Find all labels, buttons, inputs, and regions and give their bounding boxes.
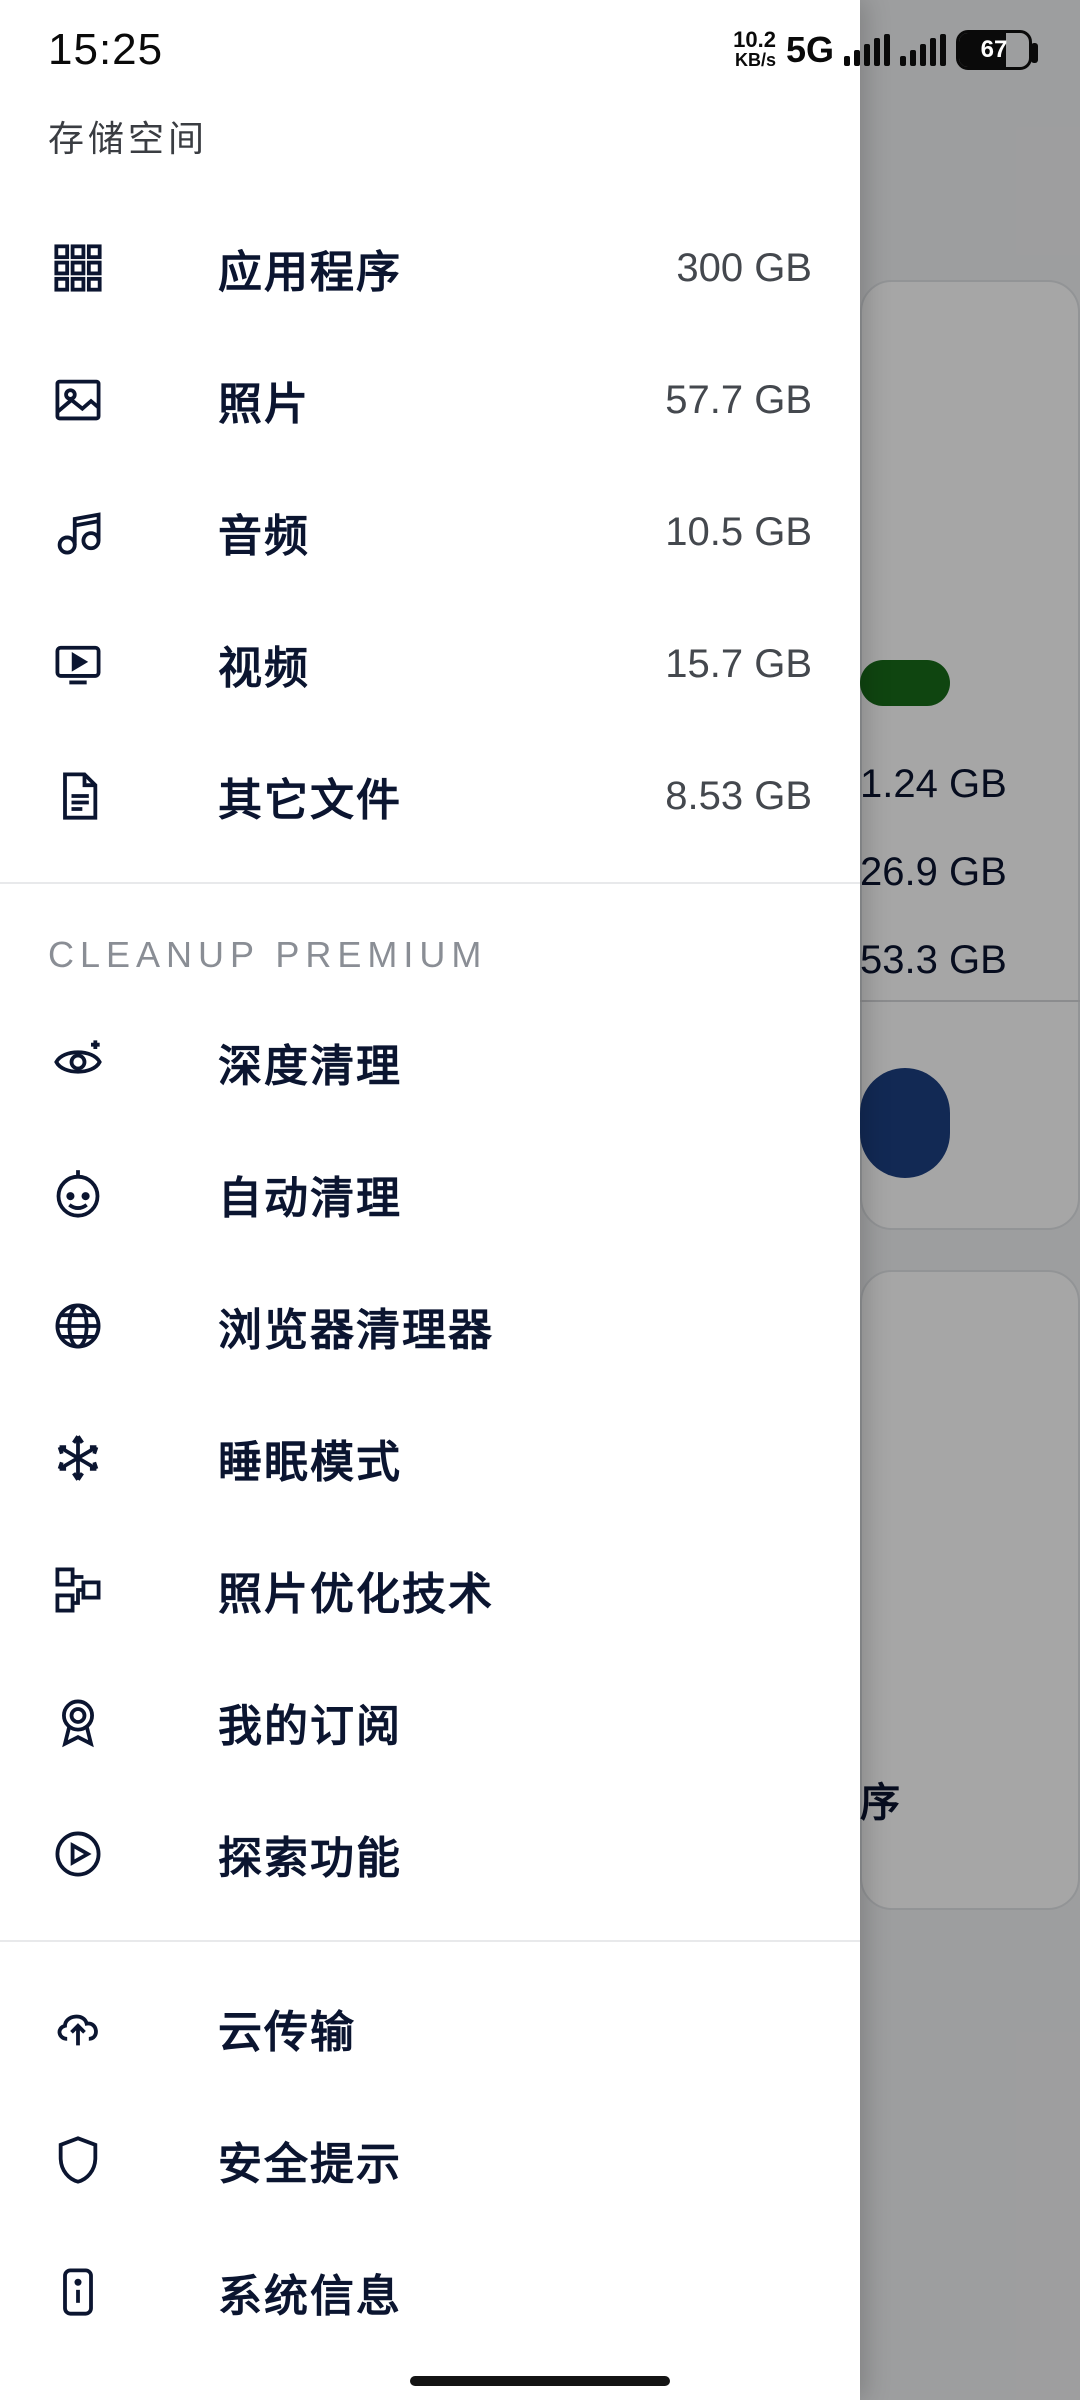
signal-bars-icon (844, 34, 890, 66)
nav-item-cloud-transfer[interactable]: 云传输 (0, 1962, 860, 2094)
drawer-section-premium: CLEANUP PREMIUM (0, 904, 860, 996)
nav-item-label: 浏览器清理器 (218, 1294, 812, 1358)
nav-item-security-tips[interactable]: 安全提示 (0, 2094, 860, 2226)
nav-item-value: 57.7 GB (665, 378, 812, 423)
robot-icon (48, 1164, 108, 1224)
status-network-type: 5G (786, 29, 834, 71)
video-icon (48, 634, 108, 694)
divider (0, 882, 860, 884)
eye-plus-icon (48, 1032, 108, 1092)
nav-item-auto-clean[interactable]: 自动清理 (0, 1128, 860, 1260)
battery-percent: 67 (981, 36, 1008, 64)
nav-item-value: 300 GB (676, 246, 812, 291)
optimize-icon (48, 1560, 108, 1620)
device-info-icon (48, 2262, 108, 2322)
bg-stat-1: 1.24 GB (860, 762, 1007, 807)
nav-item-sleep-mode[interactable]: 睡眠模式 (0, 1392, 860, 1524)
cloud-upload-icon (48, 1998, 108, 2058)
audio-icon (48, 502, 108, 562)
bg-apps-card (860, 1270, 1080, 1910)
nav-item-subscription[interactable]: 我的订阅 (0, 1656, 860, 1788)
globe-icon (48, 1296, 108, 1356)
badge-icon (48, 1692, 108, 1752)
bg-divider (860, 1000, 1080, 1002)
bg-card2-label: 序 (860, 1770, 900, 1828)
nav-item-label: 系统信息 (218, 2260, 812, 2324)
photo-icon (48, 370, 108, 430)
nav-item-photo-optimize[interactable]: 照片优化技术 (0, 1524, 860, 1656)
nav-item-explore[interactable]: 探索功能 (0, 1788, 860, 1920)
bg-stat-3: 53.3 GB (860, 938, 1007, 983)
nav-item-photos[interactable]: 照片 57.7 GB (0, 334, 860, 466)
nav-item-other-files[interactable]: 其它文件 8.53 GB (0, 730, 860, 862)
battery-icon: 67 (956, 30, 1032, 70)
nav-item-label: 其它文件 (218, 764, 665, 828)
nav-item-label: 探索功能 (218, 1822, 812, 1886)
nav-item-label: 音频 (218, 500, 665, 564)
nav-item-system-info[interactable]: 系统信息 (0, 2226, 860, 2358)
premium-list: 深度清理 自动清理 浏览器清理器 (0, 996, 860, 1920)
play-circle-icon (48, 1824, 108, 1884)
divider (0, 1940, 860, 1942)
nav-item-label: 视频 (218, 632, 665, 696)
nav-item-audio[interactable]: 音频 10.5 GB (0, 466, 860, 598)
nav-item-value: 10.5 GB (665, 510, 812, 555)
nav-item-label: 应用程序 (218, 236, 676, 300)
nav-item-label: 照片优化技术 (218, 1558, 812, 1622)
storage-list: 应用程序 300 GB 照片 57.7 GB 音频 10.5 GB (0, 202, 860, 862)
navigation-drawer: 存储空间 应用程序 300 GB 照片 57.7 GB (0, 0, 860, 2400)
bg-usage-bar (860, 660, 950, 706)
signal-bars-icon (900, 34, 946, 66)
drawer-section-storage: 存储空间 (0, 100, 860, 202)
status-bar: 15:25 10.2 KB/s 5G 67 (0, 0, 1080, 100)
bg-action-button (860, 1068, 950, 1178)
status-time: 15:25 (48, 25, 163, 75)
nav-item-label: 深度清理 (218, 1030, 812, 1094)
shield-icon (48, 2130, 108, 2190)
nav-item-video[interactable]: 视频 15.7 GB (0, 598, 860, 730)
nav-item-label: 照片 (218, 368, 665, 432)
nav-item-deep-clean[interactable]: 深度清理 (0, 996, 860, 1128)
nav-item-value: 15.7 GB (665, 642, 812, 687)
nav-item-value: 8.53 GB (665, 774, 812, 819)
bg-stat-2: 26.9 GB (860, 850, 1007, 895)
nav-item-label: 安全提示 (218, 2128, 812, 2192)
nav-item-label: 云传输 (218, 1996, 812, 2060)
home-indicator[interactable] (410, 2376, 670, 2386)
nav-item-browser-cleaner[interactable]: 浏览器清理器 (0, 1260, 860, 1392)
file-icon (48, 766, 108, 826)
status-net-speed: 10.2 KB/s (733, 30, 776, 70)
nav-item-label: 我的订阅 (218, 1690, 812, 1754)
other-list: 云传输 安全提示 系统信息 (0, 1962, 860, 2358)
nav-item-label: 自动清理 (218, 1162, 812, 1226)
bg-storage-card (860, 280, 1080, 1230)
nav-item-label: 睡眠模式 (218, 1426, 812, 1490)
snowflake-icon (48, 1428, 108, 1488)
nav-item-apps[interactable]: 应用程序 300 GB (0, 202, 860, 334)
apps-icon (48, 238, 108, 298)
